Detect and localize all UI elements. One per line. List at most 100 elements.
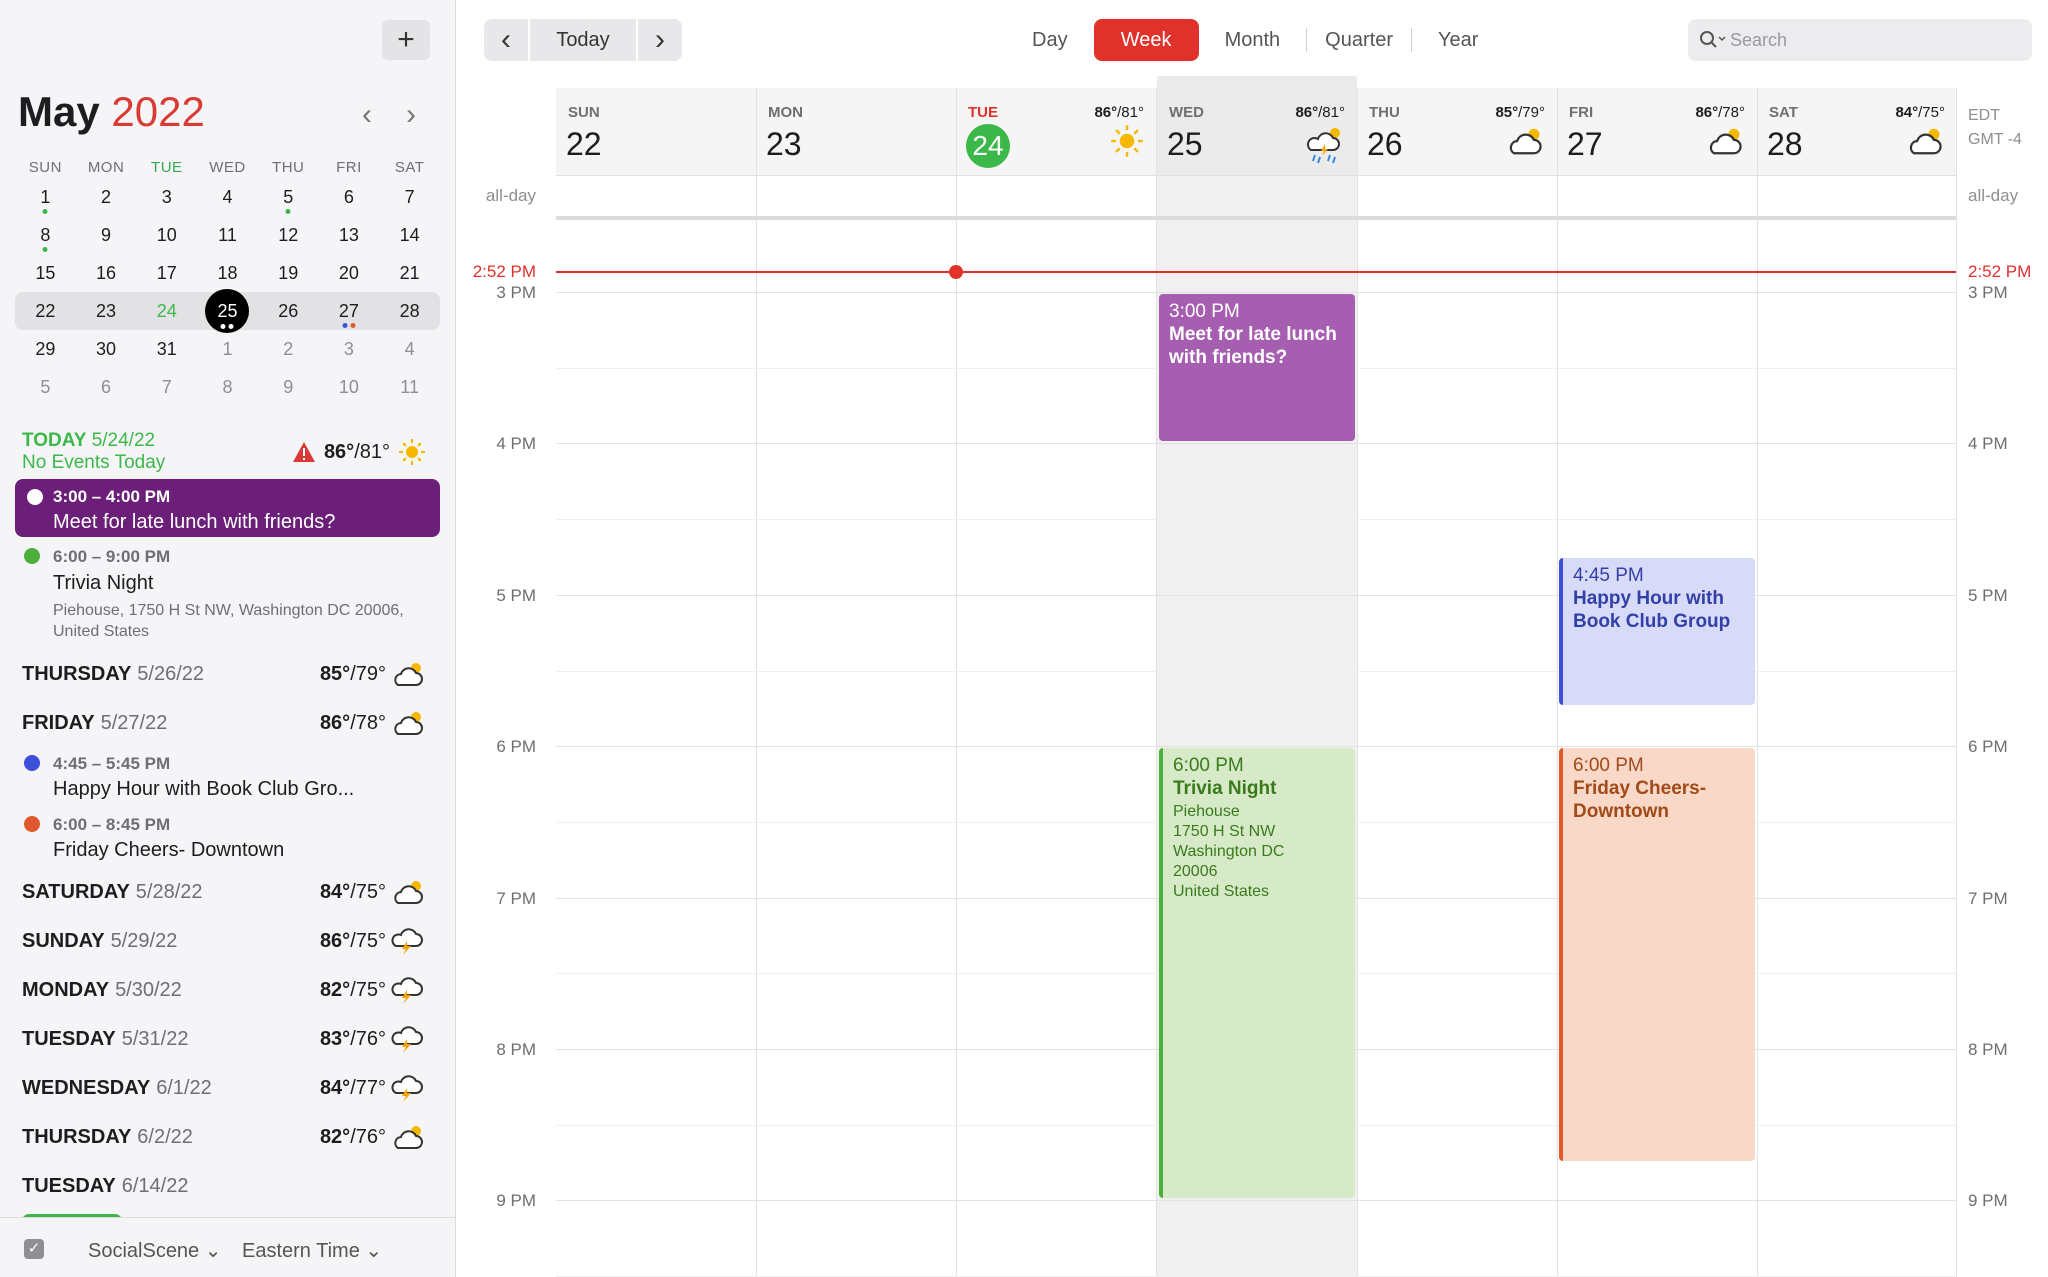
tab-year[interactable]: Year — [1412, 19, 1504, 61]
mini-day[interactable]: 11 — [379, 368, 440, 406]
day-header-sun[interactable]: SUN 22 — [556, 88, 756, 175]
mini-day[interactable]: 4 — [197, 178, 258, 216]
agenda-day-row[interactable]: TUESDAY 5/31/22 83°/76° — [22, 1024, 426, 1054]
mini-day[interactable]: 1 — [197, 330, 258, 368]
mini-next-icon[interactable]: › — [406, 98, 416, 132]
header-divider — [556, 175, 1956, 176]
mini-day[interactable]: 20 — [319, 254, 380, 292]
mini-day[interactable]: 29 — [15, 330, 76, 368]
mini-day[interactable]: 19 — [258, 254, 319, 292]
prev-week-button[interactable]: ‹ — [484, 19, 528, 61]
mini-day[interactable]: 21 — [379, 254, 440, 292]
partly-cloudy-icon — [1709, 128, 1742, 155]
mini-day[interactable]: 8 — [197, 368, 258, 406]
day-temp: 84°/75° — [319, 880, 386, 903]
mini-day[interactable]: 10 — [136, 216, 197, 254]
mini-day[interactable]: 3 — [319, 330, 380, 368]
agenda-day-row[interactable]: SATURDAY 5/28/22 84°/75° — [22, 877, 426, 907]
day-header-tue[interactable]: TUE 24 86°/81° — [956, 88, 1156, 175]
mini-day[interactable]: 15 — [15, 254, 76, 292]
mini-day[interactable]: 1 — [15, 178, 76, 216]
add-event-button[interactable]: + — [382, 20, 430, 60]
day-header-thu[interactable]: THU 26 85°/79° — [1357, 88, 1557, 175]
agenda-day-row[interactable]: WEDNESDAY 6/1/22 84°/77° — [22, 1073, 426, 1103]
agenda-event-name: Happy Hour with Book Club Gro... — [53, 778, 355, 800]
weather-alert-icon[interactable] — [292, 441, 316, 463]
mini-day[interactable]: 2 — [258, 330, 319, 368]
mini-day[interactable]: 3 — [136, 178, 197, 216]
day-header-fri[interactable]: FRI 27 86°/78° — [1557, 88, 1757, 175]
mini-day[interactable]: 9 — [76, 216, 137, 254]
mini-day[interactable]: 11 — [197, 216, 258, 254]
mini-weekday: THU — [272, 158, 305, 176]
mini-day[interactable]: 14 — [379, 216, 440, 254]
agenda-event-lunch[interactable]: 3:00 – 4:00 PM Meet for late lunch with … — [15, 479, 440, 537]
mini-day[interactable]: 5 — [15, 368, 76, 406]
mini-day[interactable]: 30 — [76, 330, 137, 368]
mini-day[interactable]: 16 — [76, 254, 137, 292]
tab-week[interactable]: Week — [1093, 19, 1199, 61]
current-time-label: 2:52 PM — [472, 262, 536, 281]
mini-day[interactable]: 5 — [258, 178, 319, 216]
day-header-mon[interactable]: MON 23 — [756, 88, 956, 175]
day-temp: 86°/78° — [1695, 104, 1745, 121]
search-input[interactable]: Search — [1688, 19, 2032, 61]
mini-day[interactable]: 28 — [379, 292, 440, 330]
mini-day[interactable]: 31 — [136, 330, 197, 368]
mini-day[interactable]: 7 — [379, 178, 440, 216]
mini-day[interactable]: 27 — [319, 292, 380, 330]
mini-prev-icon[interactable]: ‹ — [362, 98, 372, 132]
calendar-selector[interactable]: SocialScene ⌄ — [88, 1238, 222, 1263]
timezone-label[interactable]: EDT GMT -4 — [1968, 104, 2022, 152]
partly-cloudy-icon — [394, 1126, 423, 1149]
agenda-day-row[interactable]: THURSDAY 6/2/22 82°/76° — [22, 1122, 426, 1152]
event-trivia[interactable]: 6:00 PM Trivia Night Piehouse 1750 H St … — [1159, 748, 1355, 1198]
calendar-checkbox[interactable]: ✓ — [24, 1239, 44, 1259]
mini-day[interactable]: 6 — [76, 368, 137, 406]
mini-day[interactable]: 22 — [15, 292, 76, 330]
mini-day[interactable]: 12 — [258, 216, 319, 254]
mini-day[interactable]: 6 — [319, 178, 380, 216]
agenda-day-row[interactable]: SUNDAY 5/29/22 86°/75° — [22, 926, 426, 956]
mini-day[interactable]: 13 — [319, 216, 380, 254]
agenda-event-location: Piehouse, 1750 H St NW, Washington DC 20… — [53, 602, 404, 640]
mini-day[interactable]: 26 — [258, 292, 319, 330]
mini-day[interactable]: 4 — [379, 330, 440, 368]
event-friday-cheers[interactable]: 6:00 PM Friday Cheers- Downtown — [1559, 748, 1755, 1161]
event-happy-hour[interactable]: 4:45 PM Happy Hour with Book Club Group — [1559, 558, 1755, 705]
mini-day-selected[interactable]: 25 — [197, 289, 258, 333]
hour-label: 5 PM — [496, 586, 536, 605]
sidebar: + May 2022 ‹ › SUN MON TUE WED THU FRI S… — [0, 0, 456, 1277]
tab-day[interactable]: Day — [1006, 19, 1094, 61]
hour-label: 7 PM — [1968, 889, 2008, 908]
mini-day[interactable]: 2 — [76, 178, 137, 216]
timezone-selector[interactable]: Eastern Time ⌄ — [242, 1238, 382, 1263]
agenda-day-row[interactable]: MONDAY 5/30/22 82°/75° — [22, 975, 426, 1005]
agenda-day-row[interactable]: TUESDAY 6/14/22 — [22, 1171, 426, 1201]
tab-month[interactable]: Month — [1199, 19, 1307, 61]
day-header-sat[interactable]: SAT 28 84°/75° — [1757, 88, 1957, 175]
mini-day[interactable]: 10 — [319, 368, 380, 406]
today-button[interactable]: Today — [530, 19, 636, 61]
hour-label: 4 PM — [496, 434, 536, 453]
day-header-wed[interactable]: WED 25 86°/81° — [1157, 88, 1357, 175]
mini-day[interactable]: 17 — [136, 254, 197, 292]
hour-line — [556, 1200, 1956, 1201]
thunderstorm-icon — [391, 977, 423, 1004]
mini-day[interactable]: 9 — [258, 368, 319, 406]
agenda-day-row[interactable]: THURSDAY 5/26/22 85°/79° — [22, 659, 426, 689]
half-hour-line — [556, 519, 1956, 520]
event-lunch[interactable]: 3:00 PM Meet for late lunch with friends… — [1159, 294, 1355, 441]
event-dot — [24, 548, 40, 564]
mini-day-today[interactable]: 24 — [136, 292, 197, 330]
mini-day[interactable]: 23 — [76, 292, 137, 330]
mini-day[interactable]: 8 — [15, 216, 76, 254]
mini-day[interactable]: 7 — [136, 368, 197, 406]
mini-day[interactable]: 18 — [197, 254, 258, 292]
next-week-button[interactable]: › — [638, 19, 682, 61]
allday-label: all-day — [485, 186, 536, 205]
mini-weekday: MON — [87, 158, 125, 176]
tab-quarter[interactable]: Quarter — [1307, 19, 1411, 61]
mini-week-row: 29 30 31 1 2 3 4 — [15, 330, 440, 368]
agenda-day-row[interactable]: FRIDAY 5/27/22 86°/78° — [22, 708, 426, 738]
